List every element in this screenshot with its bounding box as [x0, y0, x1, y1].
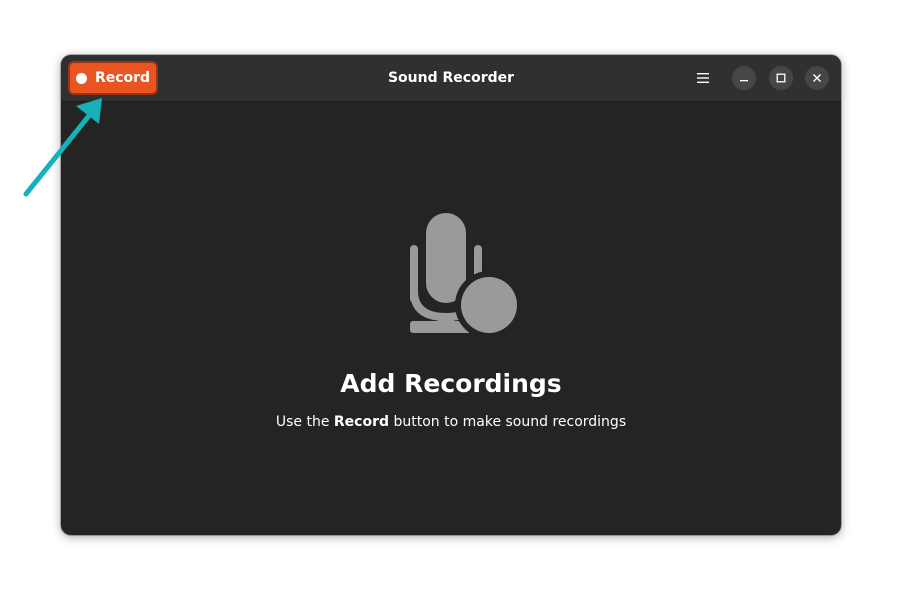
description-bold: Record — [333, 414, 390, 430]
minimize-button[interactable] — [732, 66, 756, 90]
window-title: Sound Recorder — [387, 70, 515, 86]
empty-state-title: Add Recordings — [340, 369, 562, 398]
close-button[interactable] — [805, 66, 829, 90]
close-icon — [813, 74, 821, 82]
minimize-icon — [740, 80, 748, 82]
description-prefix: Use the — [275, 414, 334, 430]
description-suffix: button to make sound recordings — [389, 414, 627, 430]
headerbar: Record Sound Recorder — [61, 55, 841, 102]
empty-state: Add Recordings Use the Record button to … — [61, 102, 841, 535]
desktop-stage: Record Sound Recorder Add Recordings Use… — [0, 0, 902, 602]
microphone-record-icon — [410, 213, 517, 333]
maximize-icon — [776, 73, 786, 83]
maximize-button[interactable] — [769, 66, 793, 90]
record-dot-icon — [75, 72, 87, 84]
main-menu-button[interactable] — [689, 65, 717, 91]
sound-recorder-window: Record Sound Recorder Add Recordings Use… — [61, 55, 841, 535]
hamburger-menu-icon — [697, 73, 709, 83]
record-button[interactable]: Record — [68, 61, 158, 95]
record-button-label: Record — [94, 70, 151, 86]
empty-state-description: Use the Record button to make sound reco… — [61, 412, 841, 432]
